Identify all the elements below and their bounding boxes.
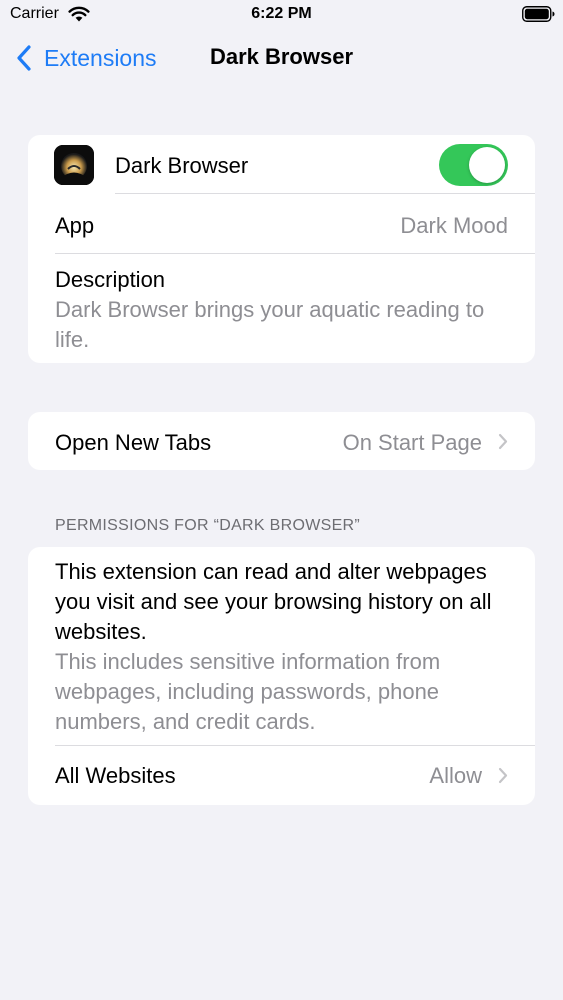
all-websites-label: All Websites [55,763,176,788]
extension-card: Dark Browser App Dark Mood Description D… [28,135,535,363]
chevron-right-icon [498,767,508,784]
app-label: App [55,213,95,238]
open-new-tabs-row[interactable]: Open New Tabs On Start Page [28,412,535,470]
description-text: Dark Browser brings your aquatic reading… [55,297,485,352]
dark-browser-app-icon [54,145,94,185]
permissions-section-header: PERMISSIONS FOR “DARK BROWSER” [55,517,361,534]
extension-enabled-toggle[interactable] [439,144,508,186]
extension-name: Dark Browser [115,153,249,178]
all-websites-row[interactable]: All Websites Allow [28,746,535,805]
divider [55,253,535,254]
status-bar: Carrier 6:22 PM [0,0,563,30]
open-new-tabs-label: Open New Tabs [55,430,212,455]
app-value: Dark Mood [400,213,508,238]
page-title: Dark Browser [209,44,354,69]
battery-icon [522,6,555,22]
permissions-description: This extension can read and alter webpag… [55,559,492,644]
chevron-right-icon [498,433,508,450]
permissions-card: This extension can read and alter webpag… [28,547,535,805]
open-new-tabs-value: On Start Page [342,430,482,455]
divider [115,193,535,194]
permissions-detail: This includes sensitive information from… [55,649,441,734]
clock-time: 6:22 PM [251,5,312,22]
toggle-knob [469,147,505,183]
description-label: Description [55,267,166,292]
all-websites-value: Allow [429,763,482,788]
